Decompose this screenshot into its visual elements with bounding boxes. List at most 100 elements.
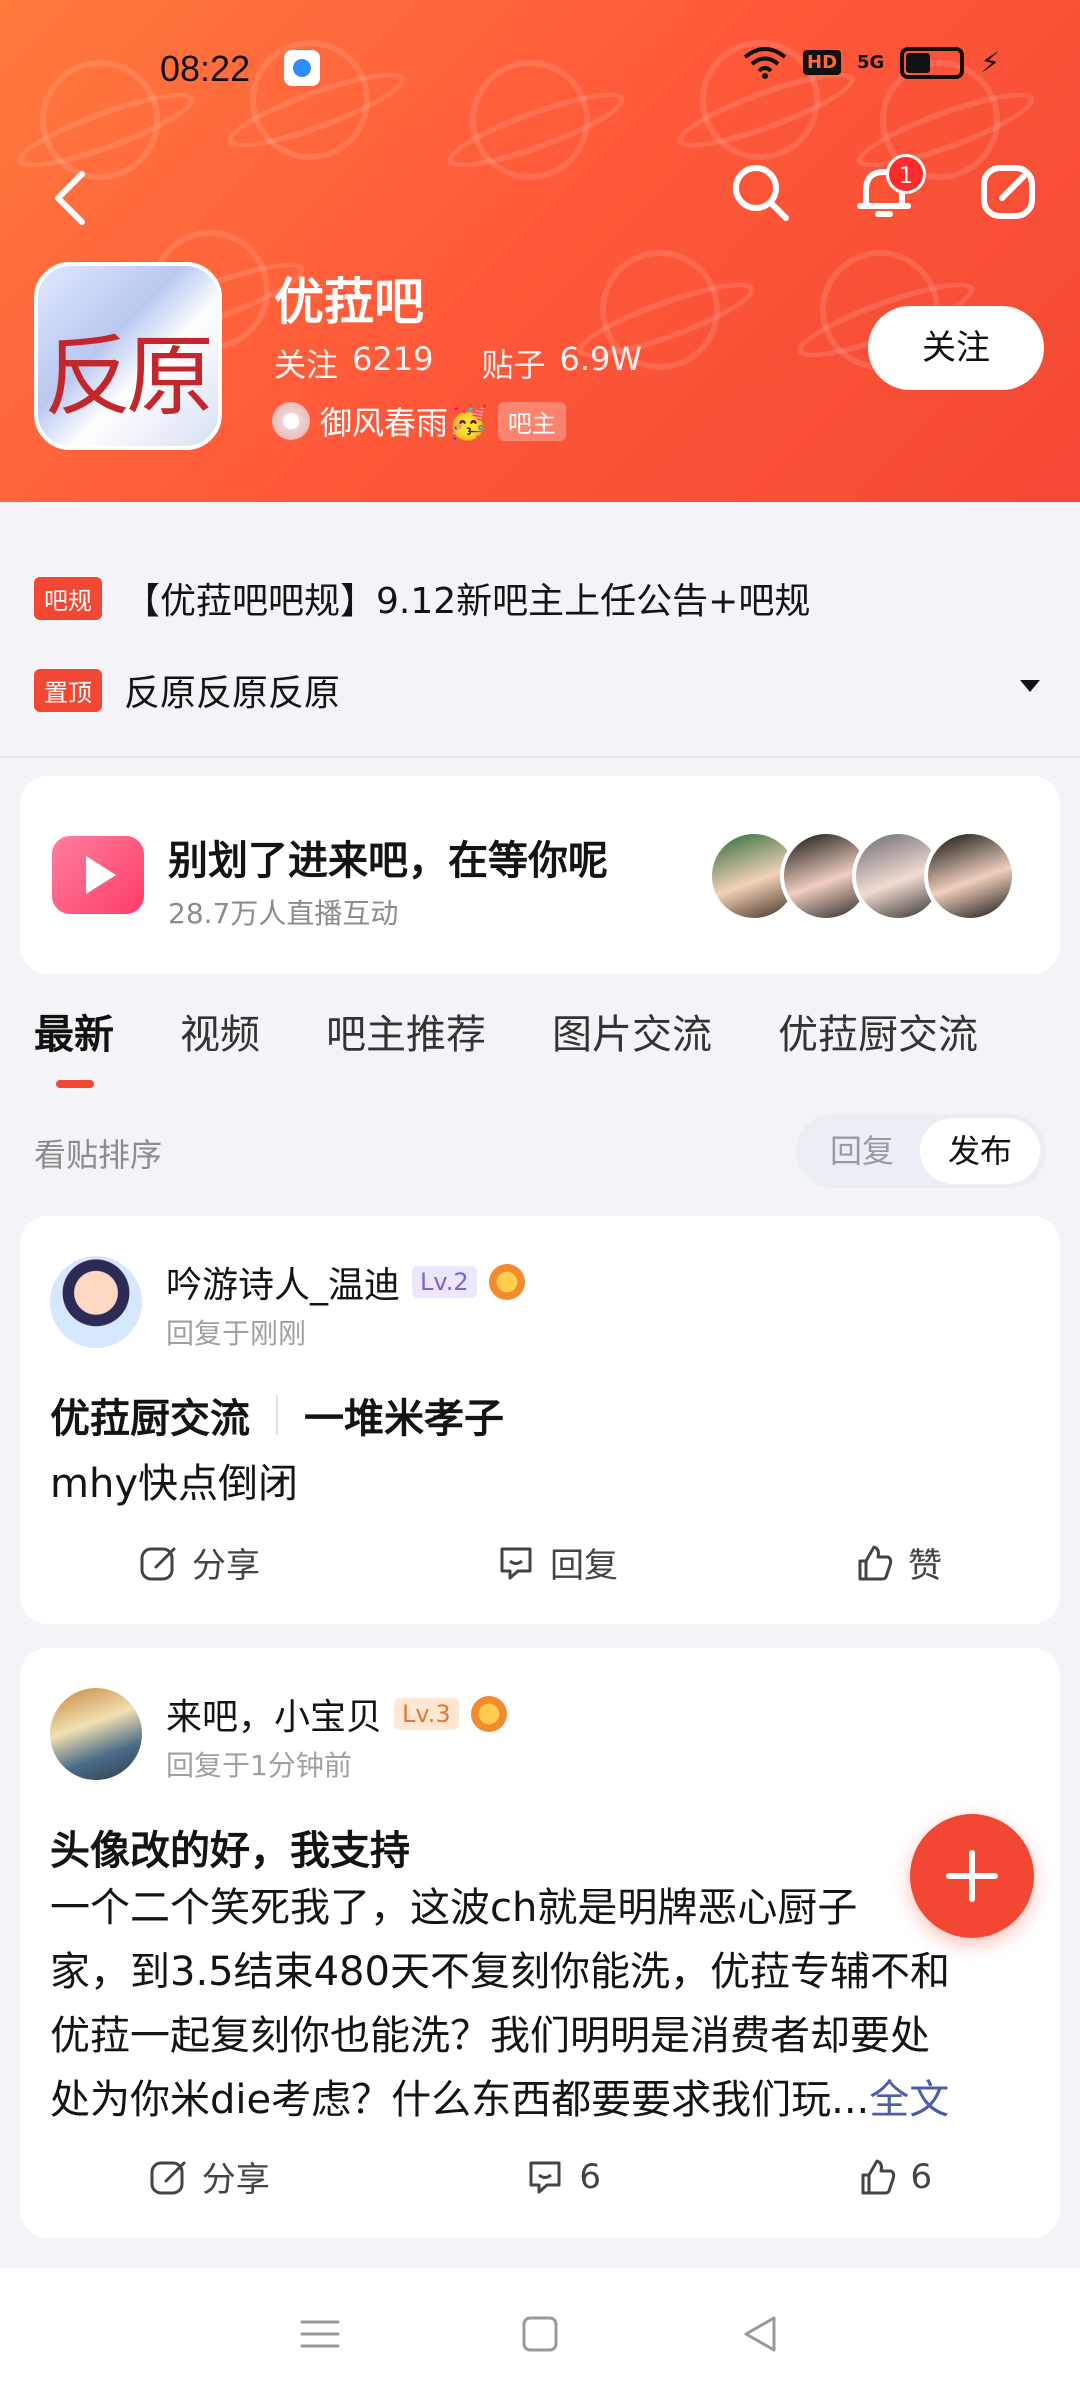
like-count: 6 bbox=[910, 2156, 933, 2197]
live-video-icon bbox=[52, 836, 144, 914]
read-more-link[interactable]: 全文 bbox=[869, 2077, 949, 2123]
avatar[interactable] bbox=[50, 1256, 142, 1348]
sort-row: 看贴排序 回复 发布 bbox=[34, 1114, 1046, 1188]
post-card[interactable]: 来吧，小宝贝 Lv.3 回复于1分钟前 头像改的好，我支持 一个二个笑死我了，这… bbox=[20, 1648, 1060, 2238]
notice-text: 【优菈吧吧规】9.12新吧主上任公告+吧规 bbox=[124, 581, 811, 622]
post-title: 优菈厨交流 一堆米孝子 bbox=[50, 1386, 504, 1444]
tab-video[interactable]: 视频 bbox=[180, 1002, 260, 1060]
post-body: mhy快点倒闭 bbox=[50, 1461, 298, 1507]
sort-by-publish[interactable]: 发布 bbox=[920, 1118, 1040, 1184]
notification-button[interactable]: 1 bbox=[852, 154, 926, 224]
reply-button[interactable]: 6 bbox=[525, 2152, 601, 2201]
owner-name: 御风春雨🥳 bbox=[320, 404, 488, 442]
hd-icon: HD bbox=[803, 50, 842, 75]
notification-badge: 1 bbox=[886, 154, 926, 194]
post-card[interactable]: 吟游诗人_温迪 Lv.2 回复于刚刚 优菈厨交流 一堆米孝子 mhy快点倒闭 分… bbox=[20, 1216, 1060, 1624]
home-icon[interactable] bbox=[510, 2304, 570, 2364]
avatar bbox=[924, 830, 1016, 922]
follow-count: 6219 bbox=[352, 340, 434, 378]
follow-button[interactable]: 关注 bbox=[868, 306, 1044, 390]
medal-icon bbox=[470, 1696, 507, 1732]
post-body-line: 优菈一起复刻你也能洗？我们明明是消费者却要处 bbox=[50, 2013, 930, 2059]
post-title-text: 一堆米孝子 bbox=[304, 1396, 504, 1442]
notice-pinned[interactable]: 置顶 反原反原反原 bbox=[34, 664, 340, 716]
notice-text: 反原反原反原 bbox=[124, 673, 341, 714]
notice-area: 吧规 【优菈吧吧规】9.12新吧主上任公告+吧规 置顶 反原反原反原 bbox=[0, 502, 1080, 758]
forum-name: 优菈吧 bbox=[274, 273, 424, 331]
status-bar: 08:22 HD 5G ⚡ bbox=[0, 0, 1080, 130]
reply-time: 回复于1分钟前 bbox=[166, 1749, 352, 1782]
sort-label: 看贴排序 bbox=[34, 1136, 163, 1174]
forum-tabs: 最新 视频 吧主推荐 图片交流 优菈厨交流 bbox=[34, 1002, 978, 1088]
forum-avatar-text: 反原 bbox=[44, 325, 214, 428]
reply-label: 回复 bbox=[550, 1546, 618, 1586]
comment-icon bbox=[529, 2161, 561, 2193]
live-subtitle: 28.7万人直播互动 bbox=[168, 897, 399, 930]
search-icon[interactable] bbox=[728, 160, 792, 224]
forum-avatar[interactable]: 反原 bbox=[34, 262, 222, 450]
new-post-button[interactable] bbox=[910, 1814, 1034, 1938]
post-body-line: 一个二个笑死我了，这波ch就是明牌恶心厨子 bbox=[50, 1885, 858, 1931]
notice-tag: 置顶 bbox=[34, 668, 102, 712]
post-body-line: 家，到3.5结束480天不复刻你能洗，优菈专辅不和 bbox=[50, 1949, 950, 1995]
author-row: 吟游诗人_温迪 Lv.2 bbox=[166, 1256, 525, 1308]
medal-icon bbox=[488, 1264, 525, 1300]
level-badge: Lv.3 bbox=[394, 1698, 459, 1730]
reply-time: 回复于刚刚 bbox=[166, 1317, 307, 1350]
posts-label: 贴子 bbox=[481, 346, 546, 384]
author-row: 来吧，小宝贝 Lv.3 bbox=[166, 1688, 507, 1740]
notification-app-icon bbox=[284, 50, 320, 86]
tab-owner-recommend[interactable]: 吧主推荐 bbox=[326, 1002, 486, 1060]
battery-icon bbox=[900, 46, 965, 79]
edit-icon[interactable] bbox=[976, 160, 1040, 224]
notice-tag: 吧规 bbox=[34, 576, 102, 620]
post-actions: 分享 6 6 bbox=[20, 2152, 1060, 2201]
like-label: 赞 bbox=[908, 1546, 942, 1586]
wifi-icon bbox=[743, 46, 787, 79]
post-actions: 分享 回复 赞 bbox=[20, 1538, 1060, 1587]
comment-icon bbox=[500, 1547, 532, 1579]
sort-toggle: 回复 发布 bbox=[796, 1114, 1046, 1188]
like-button[interactable]: 6 bbox=[857, 2152, 933, 2201]
share-label: 分享 bbox=[201, 2160, 270, 2200]
post-body-line: 处为你米die考虑？什么东西都要要求我们玩...全文 bbox=[50, 2068, 1040, 2132]
post-body: 一个二个笑死我了，这波ch就是明牌恶心厨子 家，到3.5结束480天不复刻你能洗… bbox=[50, 1876, 1040, 2132]
forum-stats: 关注 6219 贴子 6.9W bbox=[274, 340, 642, 386]
post-body-line-text: 处为你米die考虑？什么东西都要要求我们玩... bbox=[50, 2077, 870, 2123]
like-button[interactable]: 赞 bbox=[854, 1538, 942, 1587]
live-title: 别划了进来吧，在等你呢 bbox=[168, 838, 608, 884]
forum-owner[interactable]: 御风春雨🥳 吧主 bbox=[272, 398, 566, 444]
charging-icon: ⚡ bbox=[980, 46, 1000, 79]
menu-icon[interactable] bbox=[290, 2304, 350, 2364]
expand-notices-icon[interactable] bbox=[1020, 680, 1040, 692]
share-icon bbox=[150, 2161, 186, 2194]
thumbs-up-icon bbox=[861, 2159, 895, 2194]
posts-count: 6.9W bbox=[559, 340, 642, 378]
notice-rules[interactable]: 吧规 【优菈吧吧规】9.12新吧主上任公告+吧规 bbox=[34, 572, 810, 624]
forum-content: 吧规 【优菈吧吧规】9.12新吧主上任公告+吧规 置顶 反原反原反原 别划了进来… bbox=[0, 502, 1080, 2400]
live-stream-card[interactable]: 别划了进来吧，在等你呢 28.7万人直播互动 bbox=[20, 776, 1060, 974]
owner-badge: 吧主 bbox=[497, 401, 566, 441]
back-arrow-icon[interactable] bbox=[46, 168, 94, 228]
share-button[interactable]: 分享 bbox=[148, 2152, 270, 2201]
tab-latest[interactable]: 最新 bbox=[34, 1002, 114, 1088]
thumbs-up-icon bbox=[858, 1545, 893, 1580]
reply-button[interactable]: 回复 bbox=[496, 1538, 618, 1587]
avatar[interactable] bbox=[50, 1688, 142, 1780]
tab-image-exchange[interactable]: 图片交流 bbox=[552, 1002, 712, 1060]
live-host-avatars bbox=[708, 830, 1016, 922]
tab-fan-exchange[interactable]: 优菈厨交流 bbox=[778, 1002, 978, 1060]
follow-label: 关注 bbox=[274, 346, 339, 384]
share-button[interactable]: 分享 bbox=[138, 1538, 260, 1587]
author-name[interactable]: 吟游诗人_温迪 bbox=[166, 1256, 400, 1308]
status-icons: HD 5G ⚡ bbox=[743, 46, 1000, 79]
author-name[interactable]: 来吧，小宝贝 bbox=[166, 1688, 382, 1740]
post-category[interactable]: 优菈厨交流 bbox=[50, 1386, 250, 1444]
sort-by-reply[interactable]: 回复 bbox=[802, 1118, 922, 1184]
share-icon bbox=[140, 1547, 176, 1580]
level-badge: Lv.2 bbox=[412, 1266, 477, 1298]
header-actions: 1 bbox=[728, 154, 1040, 224]
system-nav-bar bbox=[0, 2268, 1080, 2400]
back-icon[interactable] bbox=[730, 2304, 790, 2364]
5g-signal-icon: 5G bbox=[857, 52, 885, 73]
